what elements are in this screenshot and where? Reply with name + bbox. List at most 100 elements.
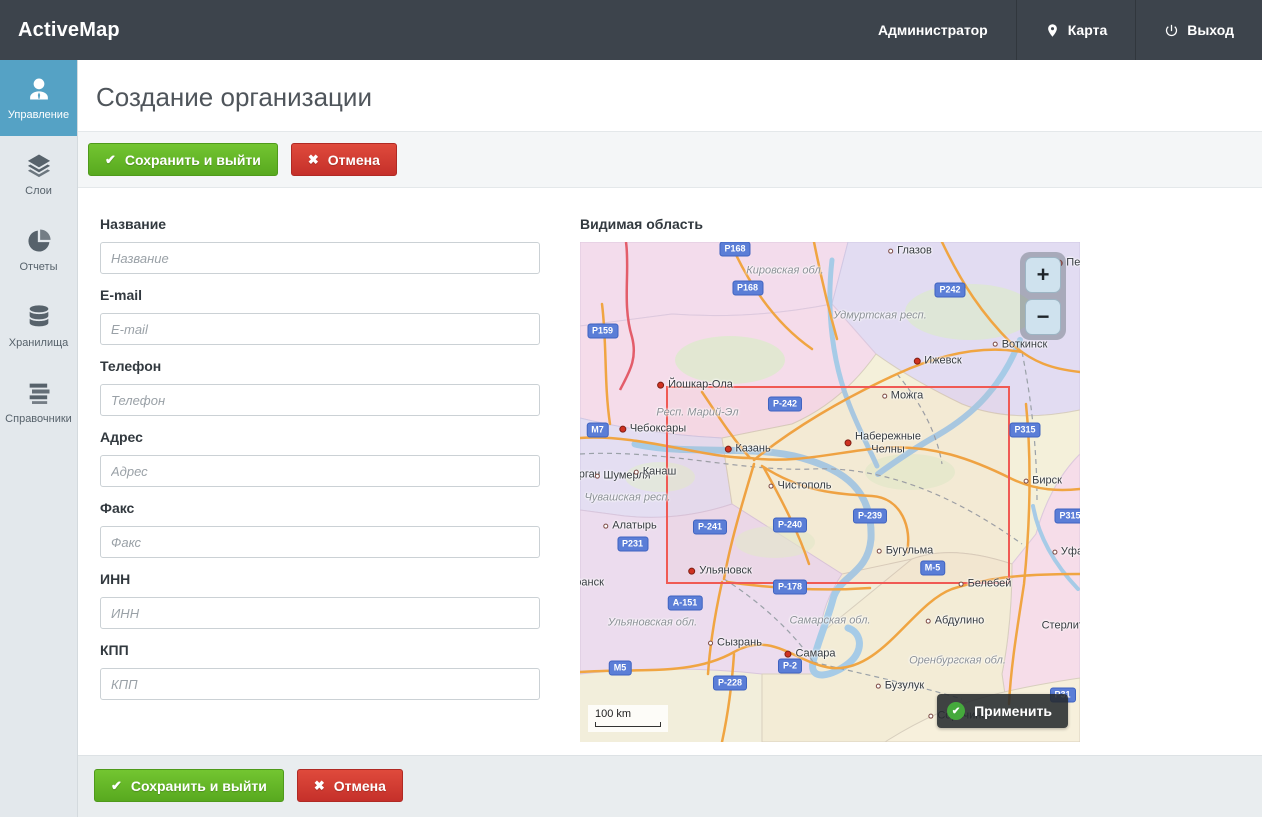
- city-marker: [769, 483, 774, 488]
- field-input-kpp[interactable]: [100, 668, 540, 700]
- map-city-label: Стерлитамак: [1042, 620, 1080, 633]
- map-city-label: Йошкар-Ола: [657, 379, 733, 392]
- sidebar-item-label: Управление: [8, 109, 69, 121]
- city-marker: [928, 713, 933, 718]
- form-field-fax: Факс: [100, 500, 562, 558]
- road-badge: Р-240: [773, 518, 807, 533]
- brand-logo: ActiveMap: [0, 19, 120, 42]
- cancel-button-top[interactable]: ✖ Отмена: [291, 143, 397, 176]
- cross-icon: ✖: [308, 153, 319, 166]
- zoom-in-button[interactable]: +: [1025, 257, 1061, 293]
- city-marker: [634, 469, 639, 474]
- road-badge: А-151: [668, 596, 703, 611]
- zoom-out-button[interactable]: −: [1025, 299, 1061, 335]
- field-label-fax: Факс: [100, 500, 562, 516]
- city-marker: [1052, 549, 1057, 554]
- city-marker: [1023, 478, 1028, 483]
- sidebar-item-label: Слои: [25, 185, 52, 197]
- database-icon: [25, 303, 53, 331]
- check-icon: ✔: [111, 779, 122, 792]
- sidebar-item-label: Справочники: [5, 413, 72, 425]
- city-marker: [688, 567, 695, 574]
- topbar: ActiveMap Администратор Карта Выход: [0, 0, 1262, 60]
- cancel-button-bottom[interactable]: ✖ Отмена: [297, 769, 403, 802]
- field-label-address: Адрес: [100, 429, 562, 445]
- map-city-label: Бирск: [1023, 475, 1062, 488]
- logout-button[interactable]: Выход: [1135, 0, 1262, 60]
- map-city-label: Абдулино: [926, 615, 985, 628]
- field-input-name[interactable]: [100, 242, 540, 274]
- road-badge: Р-178: [773, 579, 807, 594]
- map-city-label: Бузулук: [876, 680, 924, 693]
- map-city-label: Уфа: [1052, 546, 1080, 559]
- city-marker: [708, 640, 713, 645]
- current-user-text: Администратор: [878, 22, 988, 38]
- map-city-label: Сызрань: [708, 637, 762, 650]
- road-badge: М-5: [920, 560, 946, 575]
- sidebar-item-layers[interactable]: Слои: [0, 136, 77, 212]
- field-input-fax[interactable]: [100, 526, 540, 558]
- map-city-label: Воткинск: [993, 338, 1048, 351]
- sidebar-item-dictionaries[interactable]: Справочники: [0, 364, 77, 440]
- map-city-label: Глазов: [888, 245, 932, 258]
- form-field-kpp: КПП: [100, 642, 562, 700]
- form-fields: НазваниеE-mailТелефонАдресФаксИННКПП: [100, 216, 562, 755]
- save-button-label: Сохранить и выйти: [131, 778, 267, 794]
- city-marker: [959, 581, 964, 586]
- map-labels: ГлазовПермьКировская обл.Удмуртская респ…: [580, 242, 1080, 742]
- logout-label: Выход: [1187, 22, 1234, 38]
- map-city-label: Бугульма: [877, 545, 934, 558]
- topbar-right: Администратор Карта Выход: [850, 0, 1262, 60]
- field-input-address[interactable]: [100, 455, 540, 487]
- main-area: Создание организации ✔ Сохранить и выйти…: [78, 60, 1262, 817]
- bottom-toolbar: ✔ Сохранить и выйти ✖ Отмена: [78, 755, 1262, 817]
- zoom-control: + −: [1020, 252, 1066, 340]
- books-icon: [25, 379, 53, 407]
- map-region-label: Респ. Марий-Эл: [656, 407, 738, 420]
- city-marker: [926, 618, 931, 623]
- cancel-button-label: Отмена: [334, 778, 386, 794]
- field-label-name: Название: [100, 216, 562, 232]
- road-badge: Р-242: [768, 397, 802, 412]
- map-city-label: Казань: [724, 443, 770, 456]
- field-input-email[interactable]: [100, 313, 540, 345]
- city-marker: [603, 523, 608, 528]
- sidebar-item-label: Отчеты: [19, 261, 57, 273]
- city-marker: [657, 381, 664, 388]
- map-region-label: Оренбургская обл.: [909, 655, 1006, 668]
- content-area: НазваниеE-mailТелефонАдресФаксИННКПП Вид…: [78, 188, 1262, 755]
- city-marker: [594, 473, 599, 478]
- city-marker: [844, 440, 851, 447]
- top-toolbar: ✔ Сохранить и выйти ✖ Отмена: [78, 131, 1262, 188]
- field-label-email: E-mail: [100, 287, 562, 303]
- scale-bar: 100 km: [588, 705, 668, 732]
- current-user-label: Администратор: [850, 0, 1016, 60]
- road-badge: Р-2: [778, 659, 802, 674]
- map-canvas[interactable]: ГлазовПермьКировская обл.Удмуртская респ…: [580, 242, 1080, 742]
- apply-button[interactable]: ✔ Применить: [937, 694, 1068, 728]
- cross-icon: ✖: [314, 779, 325, 792]
- map-city-label: Белебей: [959, 578, 1012, 591]
- city-marker: [993, 342, 998, 347]
- map-city-label: Саранск: [580, 577, 604, 590]
- city-marker: [876, 683, 881, 688]
- map-city-label: Набережные Челны: [844, 430, 921, 455]
- sidebar-item-reports[interactable]: Отчеты: [0, 212, 77, 288]
- map-region-label: Чувашская респ.: [584, 492, 670, 505]
- map-link-label: Карта: [1068, 22, 1108, 38]
- road-badge: М5: [609, 661, 632, 676]
- pie-chart-icon: [25, 227, 53, 255]
- save-button-top[interactable]: ✔ Сохранить и выйти: [88, 143, 278, 176]
- road-badge: Р-241: [693, 520, 727, 535]
- sidebar-item-storages[interactable]: Хранилища: [0, 288, 77, 364]
- field-input-phone[interactable]: [100, 384, 540, 416]
- sidebar-item-management[interactable]: Управление: [0, 60, 77, 136]
- city-marker: [877, 548, 882, 553]
- road-badge: Р168: [719, 242, 750, 257]
- save-button-bottom[interactable]: ✔ Сохранить и выйти: [94, 769, 284, 802]
- road-badge: Р168: [732, 281, 763, 296]
- road-badge: Р159: [587, 324, 618, 339]
- apply-check-icon: ✔: [947, 702, 965, 720]
- map-link[interactable]: Карта: [1016, 0, 1136, 60]
- field-input-inn[interactable]: [100, 597, 540, 629]
